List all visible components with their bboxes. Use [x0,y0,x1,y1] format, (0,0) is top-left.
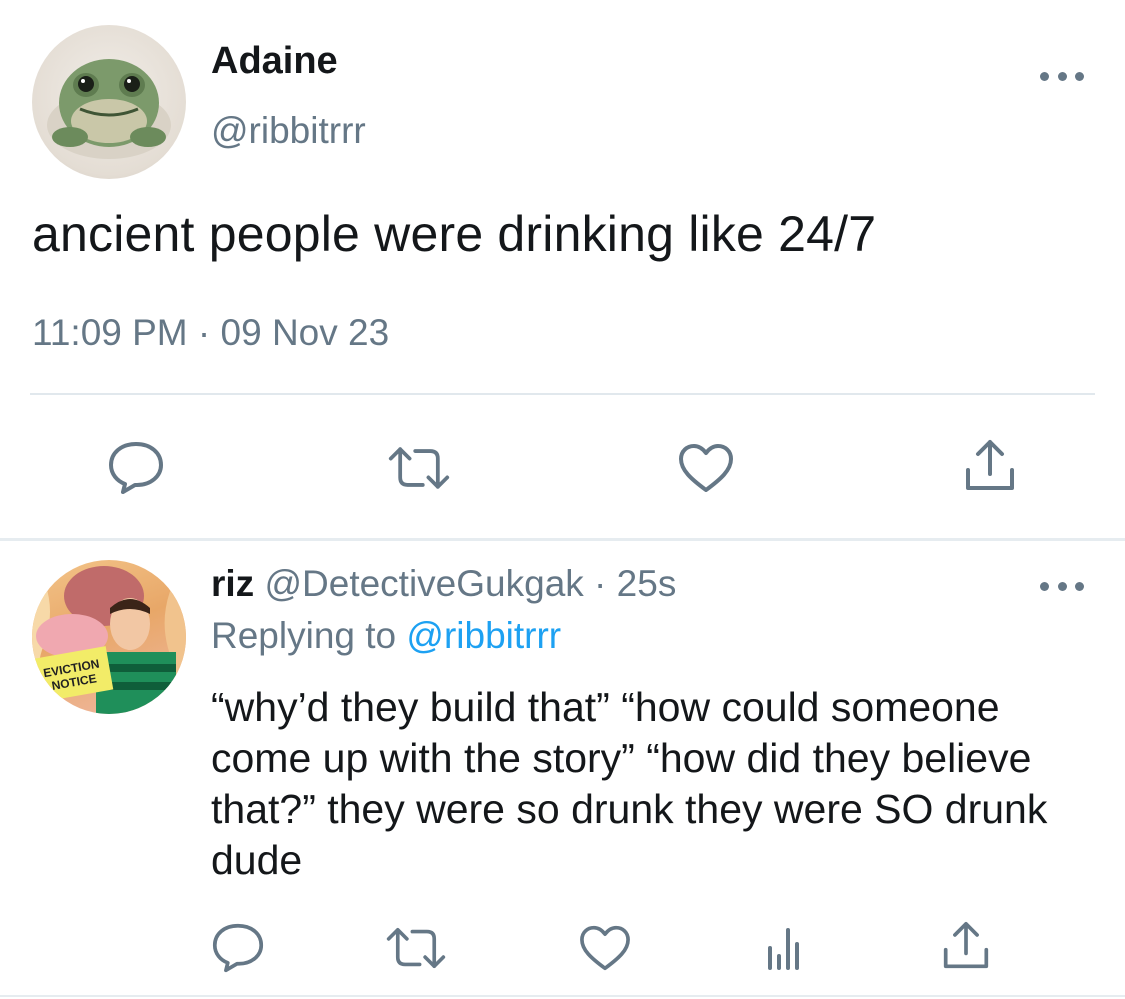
section-divider [0,538,1125,541]
reply-header: riz @DetectiveGukgak · 25s [211,563,676,605]
tweet-timestamp[interactable]: 11:09 PM · 09 Nov 23 [32,312,389,354]
bottom-divider [0,995,1125,997]
reply-author-handle[interactable]: @DetectiveGukgak [264,563,583,604]
share-button[interactable] [958,434,1022,498]
author-avatar[interactable] [32,25,186,179]
retweet-icon [386,927,446,969]
dot [1040,581,1049,591]
main-tweet: Adaine @ribbitrrr ancient people were dr… [0,0,1125,540]
reply-reply-button[interactable] [206,916,270,980]
dot [1075,71,1084,81]
reply-more-options-icon[interactable] [1040,576,1084,596]
tweet-thread: Adaine @ribbitrrr ancient people were dr… [0,0,1125,999]
more-options-icon[interactable] [1040,66,1084,86]
reply-age[interactable]: 25s [617,563,677,604]
divider [30,393,1095,395]
heart-icon [580,925,630,971]
reply-retweet-button[interactable] [384,916,448,980]
separator: · [583,563,617,604]
stats-icon [768,928,799,970]
dot [1057,581,1067,591]
reply-button[interactable] [104,436,168,500]
reply-author-avatar[interactable]: EVICTION NOTICE [32,560,186,714]
author-name[interactable]: Adaine [211,40,338,83]
reply-tweet-text: “why’d they build that” “how could someo… [211,684,1048,883]
replying-to-mention[interactable]: @ribbitrrr [406,615,561,656]
reply-share-button[interactable] [934,914,998,978]
dot [1075,581,1084,591]
reply-icon [212,923,264,973]
reply-stats-button[interactable] [752,916,816,980]
heart-icon [679,444,733,492]
dot [1040,71,1049,81]
frog-avatar-image [47,59,171,159]
reply-like-button[interactable] [573,916,637,980]
replying-to: Replying to @ribbitrrr [211,615,561,657]
tweet-text: ancient people were drinking like 24/7 [32,206,877,262]
eviction-notice-avatar-image: EVICTION NOTICE [32,560,186,714]
share-icon [943,922,989,969]
dot [1057,71,1067,81]
share-icon [966,440,1014,490]
like-button[interactable] [674,436,738,500]
reply-icon [109,442,163,494]
reply-author-name[interactable]: riz [211,563,254,604]
replying-to-label: Replying to [211,615,407,656]
retweet-button[interactable] [387,436,451,500]
retweet-icon [388,447,450,489]
author-handle[interactable]: @ribbitrrr [211,110,366,152]
